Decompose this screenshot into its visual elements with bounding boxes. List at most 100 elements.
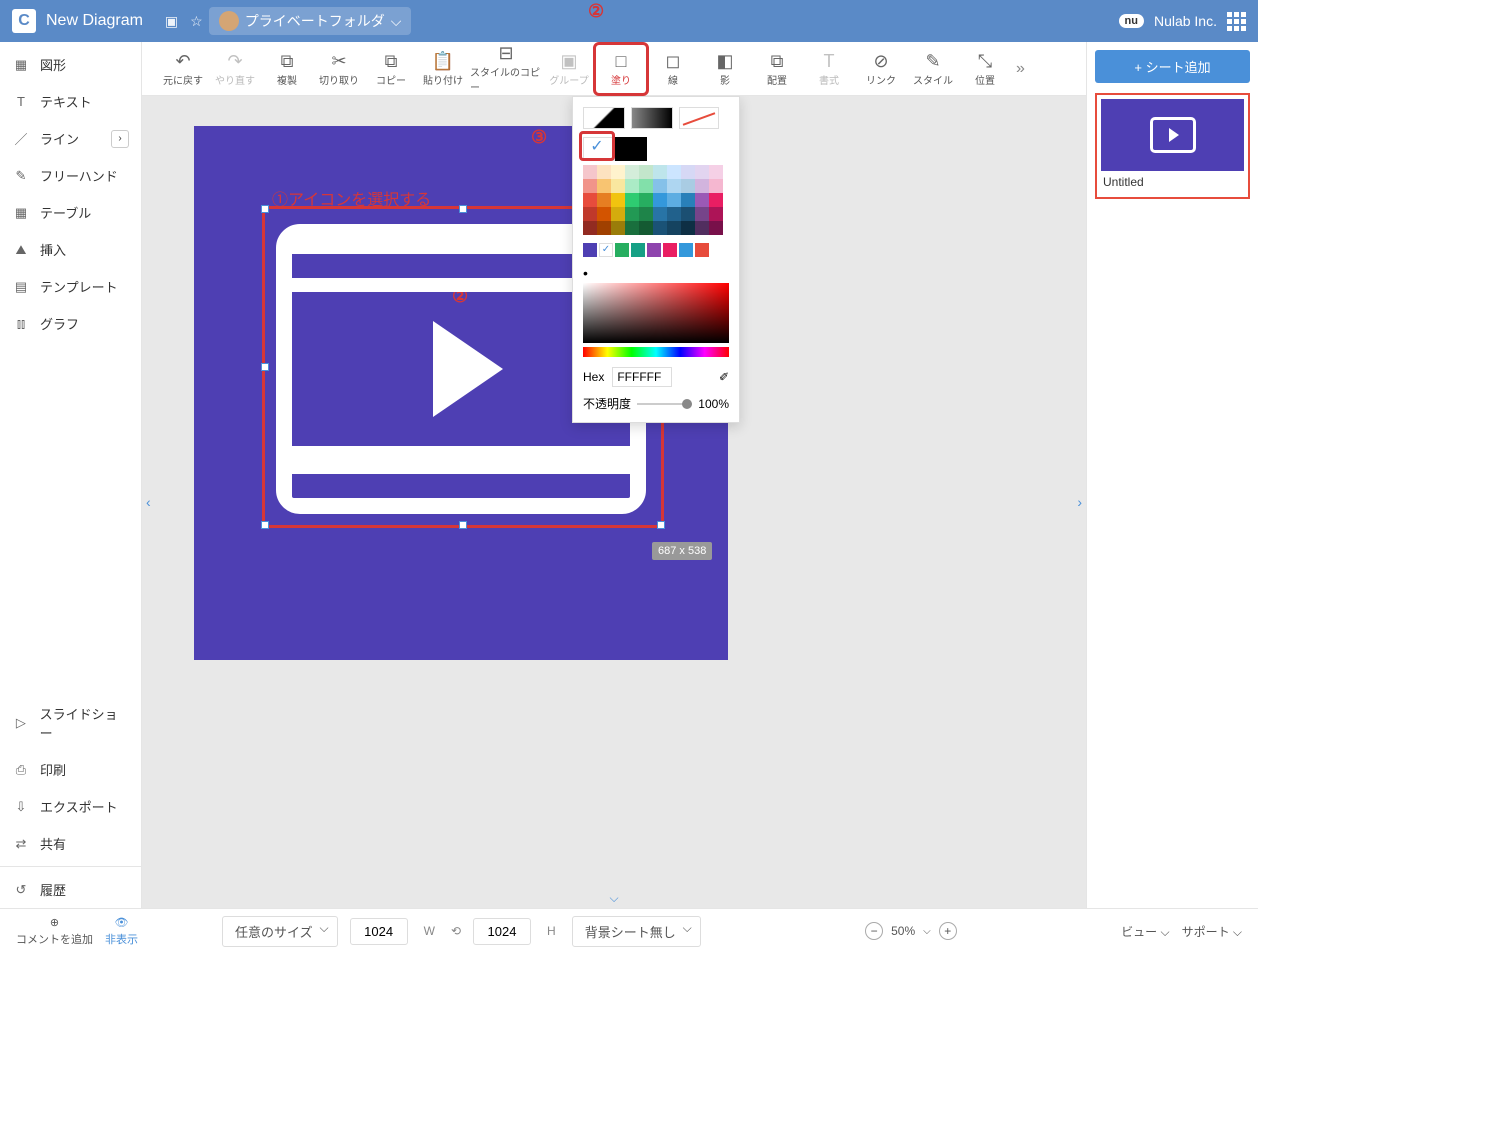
tb-duplicate[interactable]: ⧉複製: [262, 45, 312, 93]
tb-arrange[interactable]: ⧉配置: [752, 45, 802, 93]
arrange-icon: ⧉: [771, 50, 784, 72]
annotation-step2: ②: [588, 1, 604, 22]
undo-icon: ↶: [175, 50, 190, 72]
eyedropper-icon[interactable]: ✐: [719, 370, 729, 384]
preset-bw[interactable]: [583, 107, 625, 129]
sidebar-item-export[interactable]: ⇩エクスポート: [0, 788, 141, 825]
tb-link[interactable]: ⊘リンク: [856, 45, 906, 93]
tb-paste[interactable]: 📋貼り付け: [418, 45, 468, 93]
top-toolbar: ↶元に戻す ↷やり直す ⧉複製 ✂切り取り ⧉コピー 📋貼り付け ⊟スタイルのコ…: [142, 42, 1086, 96]
support-menu[interactable]: サポート ⌵: [1182, 923, 1242, 940]
opacity-slider[interactable]: [637, 403, 692, 405]
zoom-out[interactable]: −: [865, 922, 883, 940]
sidebar-item-slideshow[interactable]: ▷スライドショー: [0, 695, 141, 751]
zoom-chevron[interactable]: ⌵: [923, 926, 931, 937]
user-avatar-icon: [219, 11, 239, 31]
zoom-in[interactable]: +: [939, 922, 957, 940]
sheet-thumbnail[interactable]: Untitled: [1095, 93, 1250, 199]
table-icon: ▦: [12, 204, 30, 222]
canvas-expand[interactable]: ⌵: [609, 891, 618, 906]
canvas-prev[interactable]: ‹: [146, 494, 151, 510]
left-sidebar: ▦図形 Tテキスト ／ライン› ✎フリーハンド ▦テーブル ⛰挿入 ▤テンプレー…: [0, 42, 142, 908]
template-icon: ▤: [12, 278, 30, 296]
sidebar-item-shapes[interactable]: ▦図形: [0, 46, 141, 83]
diagram-title[interactable]: New Diagram: [46, 12, 143, 30]
sidebar-item-template[interactable]: ▤テンプレート: [0, 268, 141, 305]
hide-button[interactable]: 👁非表示: [105, 916, 138, 947]
chart-icon: ⫾⫾: [12, 315, 30, 333]
paste-icon: 📋: [432, 50, 454, 72]
add-comment-button[interactable]: ⊕コメントを追加: [16, 916, 93, 947]
sidebar-item-print[interactable]: ⎙印刷: [0, 751, 141, 788]
star-icon[interactable]: ☆: [190, 13, 203, 30]
folder-name: プライベートフォルダ: [245, 11, 385, 31]
sidebar-item-chart[interactable]: ⫾⫾グラフ: [0, 305, 141, 342]
chevron-right-icon[interactable]: ›: [111, 130, 129, 148]
tb-cut[interactable]: ✂切り取り: [314, 45, 364, 93]
sidebar-item-history[interactable]: ↺履歴: [0, 871, 141, 908]
footer-bar: ⊕コメントを追加 👁非表示 任意のサイズ W ⟲ H 背景シート無し − 50%…: [0, 908, 1258, 953]
app-logo[interactable]: C: [12, 9, 36, 33]
tb-group[interactable]: ▣グループ: [544, 45, 594, 93]
preset-nofill[interactable]: [679, 107, 719, 129]
sheets-panel: + シート追加 Untitled: [1086, 42, 1258, 908]
tb-stylecopy[interactable]: ⊟スタイルのコピー: [470, 45, 542, 93]
sidebar-item-share[interactable]: ⇄共有: [0, 825, 141, 862]
sidebar-item-insert[interactable]: ⛰挿入: [0, 231, 141, 268]
tb-format[interactable]: T書式: [804, 45, 854, 93]
image-icon: ⛰: [12, 241, 30, 259]
company-name[interactable]: Nulab Inc.: [1154, 13, 1217, 29]
preset-gray[interactable]: [631, 107, 673, 129]
height-input[interactable]: [473, 918, 531, 945]
background-select[interactable]: 背景シート無し: [572, 916, 701, 947]
size-select[interactable]: 任意のサイズ: [222, 916, 338, 947]
dimension-label: 687 x 538: [652, 542, 712, 560]
recent-colors[interactable]: ✓: [583, 243, 729, 257]
add-sheet-button[interactable]: + シート追加: [1095, 50, 1250, 83]
shapes-icon: ▦: [12, 56, 30, 74]
line-icon: ／: [12, 130, 30, 148]
swap-icon[interactable]: ⟲: [451, 924, 461, 938]
pencil-icon: ✎: [12, 167, 30, 185]
thumb-video-icon: [1150, 117, 1196, 153]
opacity-label: 不透明度: [583, 395, 631, 412]
view-menu[interactable]: ビュー ⌵: [1121, 923, 1169, 940]
width-input[interactable]: [350, 918, 408, 945]
sidebar-item-text[interactable]: Tテキスト: [0, 83, 141, 120]
linestyle-icon: ◻: [666, 50, 681, 72]
tb-position[interactable]: ⤡位置: [960, 45, 1010, 93]
hue-slider[interactable]: [583, 347, 729, 357]
app-header: C New Diagram ▣ ☆ プライベートフォルダ ⌵ nu Nulab …: [0, 0, 1258, 42]
color-gradient[interactable]: [583, 283, 729, 343]
hex-input[interactable]: [612, 367, 672, 387]
sidebar-item-line[interactable]: ／ライン›: [0, 120, 141, 157]
sidebar-item-freehand[interactable]: ✎フリーハンド: [0, 157, 141, 194]
export-icon: ⇩: [12, 798, 30, 816]
eye-icon: 👁: [115, 916, 129, 929]
tb-redo[interactable]: ↷やり直す: [210, 45, 260, 93]
text-icon: T: [12, 93, 30, 111]
image-icon[interactable]: ▣: [165, 13, 178, 30]
tb-undo[interactable]: ↶元に戻す: [158, 45, 208, 93]
tb-fill[interactable]: □塗り ②: [596, 45, 646, 93]
canvas-next[interactable]: ›: [1077, 494, 1082, 510]
color-swatches[interactable]: [583, 165, 729, 235]
toolbar-overflow[interactable]: »: [1016, 60, 1025, 78]
fill-icon: □: [616, 50, 627, 72]
tb-copy[interactable]: ⧉コピー: [366, 45, 416, 93]
tb-line[interactable]: ◻線: [648, 45, 698, 93]
sidebar-item-table[interactable]: ▦テーブル: [0, 194, 141, 231]
comment-icon: ⊕: [50, 916, 59, 929]
shadow-icon: ◧: [716, 50, 733, 72]
opacity-value: 100%: [698, 397, 729, 411]
canvas-area[interactable]: ‹ › ⌵ ①アイコンを選択する ② 687 x: [142, 96, 1086, 908]
tb-style[interactable]: ✎スタイル: [908, 45, 958, 93]
style-icon: ✎: [925, 50, 940, 72]
zoom-value[interactable]: 50%: [891, 924, 915, 938]
nulab-badge: nu: [1119, 14, 1144, 28]
color-picker-panel: ③ ✓ ✓ •: [572, 96, 740, 423]
folder-selector[interactable]: プライベートフォルダ ⌵: [209, 7, 412, 35]
tb-shadow[interactable]: ◧影: [700, 45, 750, 93]
history-icon: ↺: [12, 881, 30, 899]
apps-menu-icon[interactable]: [1227, 12, 1246, 31]
